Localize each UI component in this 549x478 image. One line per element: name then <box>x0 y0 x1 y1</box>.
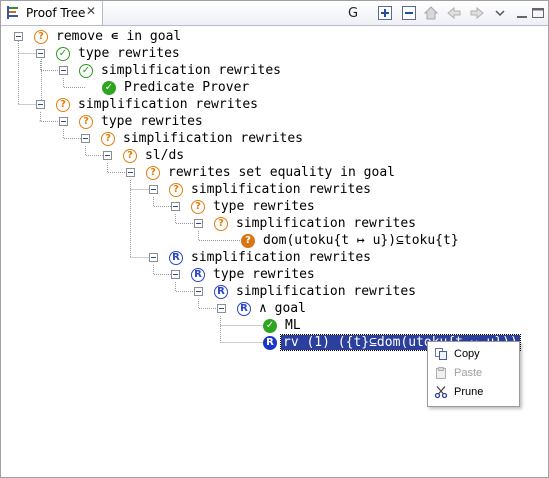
node-label: simplification rewrites <box>123 131 304 146</box>
node-label: simplification rewrites <box>191 182 372 197</box>
menu-item-prune[interactable]: Prune <box>430 382 517 401</box>
collapse-toggle-icon[interactable] <box>194 219 203 228</box>
scissors-icon <box>433 384 449 400</box>
collapse-toggle-icon[interactable] <box>81 134 90 143</box>
node-label: simplification rewrites <box>78 97 259 112</box>
pending-icon: ? <box>101 131 115 146</box>
collapse-toggle-icon[interactable] <box>103 151 112 160</box>
reviewed-icon: R <box>237 301 251 316</box>
forward-arrow-icon[interactable] <box>468 4 486 22</box>
collapse-toggle-icon[interactable] <box>194 287 203 296</box>
menu-item-label: Paste <box>454 366 483 379</box>
menu-item-paste[interactable]: Paste <box>430 363 517 382</box>
close-icon[interactable]: ✕ <box>86 4 96 18</box>
tree-node[interactable]: R type rewrites <box>171 266 315 283</box>
tree-node[interactable]: R simplification rewrites <box>149 249 371 266</box>
pending-icon: ? <box>56 97 70 112</box>
tree-node[interactable]: ? simplification rewrites <box>81 130 303 147</box>
tree-node[interactable]: ? type rewrites <box>171 198 315 215</box>
collapse-toggle-icon[interactable] <box>36 49 45 58</box>
node-label: simplification rewrites <box>101 63 282 78</box>
menu-item-label: Prune <box>454 385 484 398</box>
node-label: type rewrites <box>213 199 315 214</box>
collapse-toggle-icon[interactable] <box>36 100 45 109</box>
node-label: ML <box>285 318 301 333</box>
tab-proof-tree[interactable]: Proof Tree ✕ <box>1 1 103 25</box>
expand-all-icon[interactable] <box>376 4 394 22</box>
view-menu-chevron-icon[interactable] <box>491 4 509 22</box>
tree-node[interactable]: ✓ type rewrites <box>36 45 180 62</box>
discharged-filled-icon: ✓ <box>263 318 277 333</box>
node-label: ∧ goal <box>259 301 306 316</box>
collapse-toggle-icon[interactable] <box>59 66 68 75</box>
node-label: simplification rewrites <box>236 216 417 231</box>
collapse-toggle-icon[interactable] <box>171 202 180 211</box>
goal-button[interactable]: G <box>344 4 362 22</box>
pending-icon: ? <box>191 199 205 214</box>
proof-tree-view: Proof Tree ✕ G ? remove ∊ in goal ✓ type… <box>0 0 549 478</box>
context-menu: Copy Paste Prune <box>427 341 520 407</box>
collapse-toggle-icon[interactable] <box>59 117 68 126</box>
discharged-filled-icon: ✓ <box>102 80 116 95</box>
reviewed-filled-icon: R <box>263 335 277 350</box>
copy-icon <box>433 346 449 362</box>
pending-icon: ? <box>169 182 183 197</box>
reviewed-icon: R <box>191 267 205 282</box>
node-label: rewrites set equality in goal <box>168 165 395 180</box>
pending-icon: ? <box>123 148 137 163</box>
tree-node[interactable]: ? simplification rewrites <box>194 215 416 232</box>
home-icon[interactable] <box>422 4 440 22</box>
tree-node[interactable]: ? simplification rewrites <box>149 181 371 198</box>
pending-icon: ? <box>79 114 93 129</box>
tree-node[interactable]: R ∧ goal <box>217 300 306 317</box>
proof-tree-icon <box>5 5 21 25</box>
collapse-toggle-icon[interactable] <box>217 304 226 313</box>
menu-item-label: Copy <box>454 347 480 360</box>
node-label: remove ∊ in goal <box>56 29 182 44</box>
tree-node[interactable]: ✓ Predicate Prover <box>81 79 249 96</box>
collapse-toggle-icon[interactable] <box>14 32 23 41</box>
tree-node[interactable]: ✓ simplification rewrites <box>59 62 281 79</box>
menu-item-copy[interactable]: Copy <box>430 344 517 363</box>
collapse-toggle-icon[interactable] <box>171 270 180 279</box>
reviewed-icon: R <box>214 284 228 299</box>
node-label: type rewrites <box>78 46 180 61</box>
discharged-icon: ✓ <box>56 46 70 61</box>
proof-tree[interactable]: ? remove ∊ in goal ✓ type rewrites ✓ sim… <box>1 26 548 477</box>
node-label: Predicate Prover <box>124 80 250 95</box>
back-arrow-icon[interactable] <box>445 4 463 22</box>
collapse-toggle-icon[interactable] <box>149 185 158 194</box>
pending-icon: ? <box>146 165 160 180</box>
maximize-icon[interactable] <box>529 4 547 22</box>
reviewed-icon: R <box>169 250 183 265</box>
pending-icon: ? <box>214 216 228 231</box>
collapse-all-icon[interactable] <box>400 4 418 22</box>
tree-node[interactable]: ? type rewrites <box>59 113 203 130</box>
tree-node[interactable]: ? dom(utoku{t ↦ u})⊆toku{t} <box>217 232 459 249</box>
pending-filled-icon: ? <box>241 233 255 248</box>
node-label: type rewrites <box>213 267 315 282</box>
tree-node[interactable]: ? simplification rewrites <box>36 96 258 113</box>
node-label: dom(utoku{t ↦ u})⊆toku{t} <box>263 233 459 248</box>
tree-node[interactable]: ? remove ∊ in goal <box>14 28 181 45</box>
tree-node[interactable]: R simplification rewrites <box>194 283 416 300</box>
tab-title: Proof Tree <box>26 6 86 20</box>
paste-icon <box>433 365 449 381</box>
pending-icon: ? <box>34 29 48 44</box>
view-tab-bar: Proof Tree ✕ G <box>1 1 548 26</box>
discharged-icon: ✓ <box>79 63 93 78</box>
node-label: type rewrites <box>101 114 203 129</box>
collapse-toggle-icon[interactable] <box>126 168 135 177</box>
tree-node[interactable]: ? rewrites set equality in goal <box>126 164 395 181</box>
node-label: sl/ds <box>145 148 185 163</box>
node-label: simplification rewrites <box>236 284 417 299</box>
collapse-toggle-icon[interactable] <box>149 253 158 262</box>
tree-node[interactable]: ✓ ML <box>240 317 301 334</box>
node-label: simplification rewrites <box>191 250 372 265</box>
tree-node[interactable]: ? sl/ds <box>103 147 184 164</box>
